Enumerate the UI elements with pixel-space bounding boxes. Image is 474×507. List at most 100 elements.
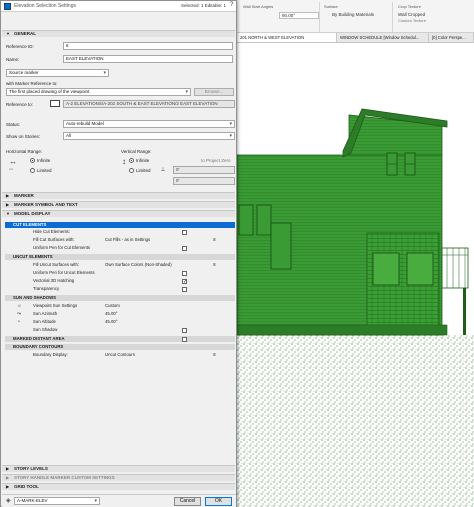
row-fill-uncut-surfaces[interactable]: Fill Uncut Surfaces with: Own Surface Co… [5, 262, 235, 268]
surface-value[interactable]: By Building Materials [324, 12, 389, 17]
deck-post [463, 288, 466, 335]
row-fill-cut-surfaces[interactable]: Fill Cut Surfaces with: Cut Fills - as i… [5, 237, 235, 243]
row-uniform-pen-cut[interactable]: Uniform Pen for Cut Elements [5, 245, 235, 251]
info-box-toolbar: Wall Start Angles 90.00° Surface By Buil… [237, 0, 474, 33]
sun-shadow-checkbox[interactable] [182, 327, 187, 333]
uniform-pen-cut-checkbox[interactable] [182, 245, 187, 251]
row-hide-cut-elements[interactable]: Hide Cut Elements: [5, 229, 235, 235]
window-block-2 [406, 252, 434, 286]
vertical-limit-icon: ⟂ [161, 167, 166, 173]
dialog-footer: ◈ A-MARK-ELEV Cancel OK [2, 494, 236, 507]
name-input[interactable]: EAST ELEVATION [63, 55, 233, 63]
row-sun-azimuth[interactable]: ⤳ Sun Azimuth 45.00° [5, 311, 235, 317]
v-infinite-label: Infinite [136, 158, 150, 163]
h-infinite-label: Infinite [37, 158, 51, 163]
fill-uncut-settings-icon[interactable]: ≡ [213, 262, 216, 268]
transparency-checkbox[interactable] [182, 286, 187, 292]
wall-start-angles-label: Wall Start Angles [243, 4, 274, 9]
section-general[interactable]: ▼ GENERAL [2, 30, 235, 37]
layer-dropdown[interactable]: A-MARK-ELEV [14, 497, 100, 505]
elevation-drawing [237, 108, 474, 507]
elevation-viewport[interactable] [237, 43, 474, 507]
section-marker-symbol-text[interactable]: ▶ MARKER SYMBOL AND TEXT [2, 201, 235, 208]
wall-angle-field[interactable]: 90.00° [279, 12, 319, 19]
reference-to-label: Reference to: [6, 102, 34, 107]
marker-ref-dropdown[interactable]: The first placed drawing of the viewpoin… [6, 88, 191, 96]
show-on-stories-dropdown[interactable]: All [63, 132, 235, 140]
boundary-display-value[interactable]: Uncut Contours [105, 352, 135, 358]
v-infinite-radio[interactable] [129, 158, 134, 163]
hide-cut-checkbox[interactable] [182, 229, 187, 235]
row-uniform-pen-uncut[interactable]: Uniform Pen for Uncut Elements [5, 270, 235, 276]
row-sun-and-shadows[interactable]: SUN AND SHADOWS [5, 295, 235, 301]
fill-cut-value[interactable]: Cut Fills - as in Settings [105, 237, 150, 243]
section-story-handle-marker[interactable]: ▶ STORY HANDLE MARKER CUSTOM SETTINGS [2, 474, 235, 481]
status-label: Status: [6, 122, 21, 127]
marker-type-dropdown[interactable]: Source marker [6, 69, 109, 77]
app-icon [4, 3, 11, 10]
to-project-zero-label: to Project Zero [201, 158, 231, 163]
row-vectorial-hatching[interactable]: Vectorial 3D Hatching ✓ [5, 278, 235, 284]
help-icon[interactable]: ? [230, 2, 233, 8]
row-marked-distant-area[interactable]: MARKED DISTANT AREA [5, 336, 235, 342]
vectorial-hatching-checkbox[interactable]: ✓ [182, 278, 187, 284]
v-limited-radio[interactable] [129, 168, 134, 173]
reference-id-label: Reference ID: [6, 44, 34, 49]
horizontal-range-label: Horizontal Range: [6, 149, 43, 154]
section-marker[interactable]: ▶ MARKER [2, 192, 235, 199]
vertical-bottom-input[interactable]: 0' [173, 177, 235, 185]
fill-uncut-value[interactable]: Own Surface Colors (Non-Shaded) [105, 262, 172, 268]
section-story-levels[interactable]: ▶ STORY LEVELS [2, 465, 235, 472]
row-boundary-contours[interactable]: BOUNDARY CONTOURS [5, 344, 235, 350]
crop-texture-value[interactable]: Wall Cropped [398, 12, 470, 17]
reference-to-field: A-2 ELEVATIONS/A-202 SOUTH & EAST ELEVAT… [63, 100, 235, 108]
vertical-range-label: Vertical Range: [121, 149, 152, 154]
row-transparency[interactable]: Transparency [5, 286, 235, 292]
browse-button[interactable]: Browse... [194, 88, 234, 96]
marker-ref-label: with Marker Reference to: [6, 81, 58, 86]
status-dropdown[interactable]: Auto-rebuild Model [63, 120, 235, 128]
ok-button[interactable]: OK [205, 497, 232, 506]
layer-icon: ◈ [6, 498, 11, 504]
vertical-top-input[interactable]: 0' [173, 166, 235, 174]
sun-altitude-icon: ◔ [17, 319, 21, 325]
name-label: Name: [6, 57, 20, 62]
section-model-display[interactable]: ▼ MODEL DISPLAY [2, 210, 235, 217]
ground-hatch [237, 335, 474, 507]
reference-id-input[interactable]: 6 [63, 42, 233, 50]
custom-texture-label[interactable]: Custom Texture [398, 18, 470, 23]
tab-north-west-elevation[interactable]: 201 NORTH & WEST ELEVATION [237, 33, 337, 42]
tab-color-perspective[interactable]: [0] Color Perspe... [429, 33, 474, 42]
cancel-button[interactable]: Cancel [174, 497, 201, 506]
row-viewpoint-sun-settings[interactable]: ☼ Viewpoint Sun Settings Custom [5, 303, 235, 309]
collapsed-triangle-icon: ▶ [6, 475, 10, 480]
row-boundary-display[interactable]: Boundary Display: Uncut Contours ≡ [5, 352, 235, 358]
fill-settings-icon[interactable]: ≡ [213, 237, 216, 243]
row-sun-shadow[interactable]: Sun Shadow [5, 327, 235, 333]
view-tabs: 201 NORTH & WEST ELEVATION WINDOW SCHEDU… [237, 33, 474, 43]
limited-range-icon: ◦◦ [9, 167, 14, 173]
h-limited-radio[interactable] [30, 168, 35, 173]
crop-texture-group: Crop Texture Wall Cropped Custom Texture [395, 2, 473, 32]
sun-azimuth-value[interactable]: 45.00° [105, 311, 117, 317]
vertical-range-icon: ↕ [122, 157, 126, 166]
door [270, 222, 292, 270]
collapsed-triangle-icon: ▶ [6, 193, 10, 198]
show-on-stories-label: Show on Stories: [6, 134, 41, 139]
uniform-pen-uncut-checkbox[interactable] [182, 270, 187, 276]
row-cut-elements[interactable]: CUT ELEMENTS [5, 222, 235, 228]
marked-distant-area-checkbox[interactable] [182, 336, 187, 342]
boundary-settings-icon[interactable]: ≡ [213, 352, 216, 358]
row-uncut-elements[interactable]: UNCUT ELEMENTS [5, 254, 235, 260]
sun-altitude-value[interactable]: 45.00° [105, 319, 117, 325]
viewpoint-sun-value[interactable]: Custom [105, 303, 120, 309]
h-limited-label: Limited [37, 168, 52, 173]
dialog-titlebar[interactable]: Elevation Selection Settings Selected: 1… [1, 1, 236, 12]
dialog-title: Elevation Selection Settings [14, 3, 76, 9]
expanded-triangle-icon: ▼ [6, 211, 10, 216]
window-block-1 [372, 252, 400, 286]
tab-window-schedule[interactable]: WINDOW SCHEDULE [Window Schedul... [337, 33, 429, 42]
h-infinite-radio[interactable] [30, 158, 35, 163]
row-sun-altitude[interactable]: ◔ Sun Altitude 45.00° [5, 319, 235, 325]
section-grid-tool[interactable]: ▶ GRID TOOL [2, 483, 235, 490]
